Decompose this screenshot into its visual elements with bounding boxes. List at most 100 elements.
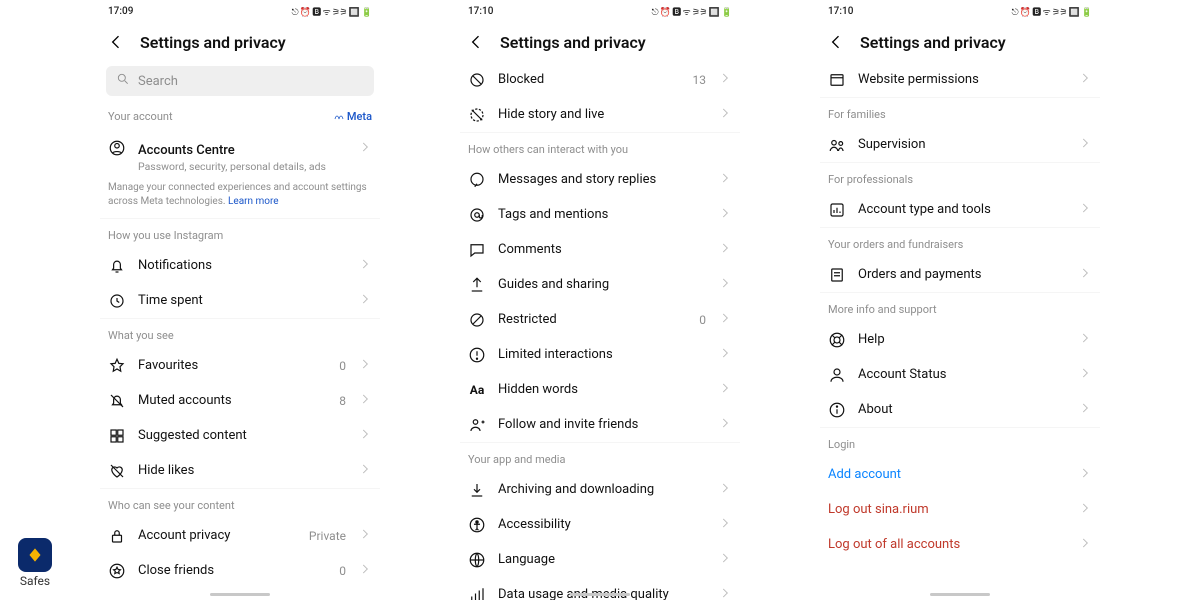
row-logout-all[interactable]: Log out of all accounts: [820, 527, 1100, 562]
row-tags[interactable]: Tags and mentions: [460, 197, 740, 232]
section-what-you-see: What you see: [100, 318, 380, 348]
section-label: Your account: [108, 110, 173, 123]
scroll-hint: [570, 593, 630, 596]
row-guides[interactable]: Guides and sharing: [460, 267, 740, 302]
accounts-centre-row[interactable]: Accounts Centre Password, security, pers…: [100, 129, 380, 181]
row-language[interactable]: Language: [460, 542, 740, 577]
info-icon: [828, 401, 846, 419]
search-input[interactable]: Search: [106, 66, 374, 96]
bell-icon: [108, 257, 126, 275]
row-label: About: [858, 402, 1066, 417]
row-archiving[interactable]: Archiving and downloading: [460, 472, 740, 507]
row-label: Restricted: [498, 312, 687, 327]
row-suggested-content[interactable]: Suggested content: [100, 418, 380, 453]
row-value: Private: [309, 529, 346, 543]
row-label: Comments: [498, 242, 706, 257]
row-account-type[interactable]: Account type and tools: [820, 192, 1100, 227]
row-restricted[interactable]: Restricted 0: [460, 302, 740, 337]
chevron-right-icon: [358, 256, 372, 275]
row-label: Add account: [828, 467, 1066, 482]
row-label: Messages and story replies: [498, 172, 706, 187]
row-messages[interactable]: Messages and story replies: [460, 162, 740, 197]
safes-logo-icon: [18, 538, 52, 572]
row-about[interactable]: About: [820, 392, 1100, 427]
row-account-status[interactable]: Account Status: [820, 357, 1100, 392]
row-help[interactable]: Help: [820, 322, 1100, 357]
row-close-friends[interactable]: Close friends 0: [100, 553, 380, 588]
row-label: Favourites: [138, 358, 327, 373]
page-title: Settings and privacy: [500, 33, 646, 52]
chevron-right-icon: [718, 380, 732, 399]
row-accessibility[interactable]: Accessibility: [460, 507, 740, 542]
back-icon[interactable]: [466, 32, 486, 52]
page-title: Settings and privacy: [860, 33, 1006, 52]
user-icon: [828, 366, 846, 384]
chevron-right-icon: [1078, 465, 1092, 484]
chevron-right-icon: [358, 461, 372, 480]
alert-icon: [468, 346, 486, 364]
bars-icon: [468, 586, 486, 600]
row-favourites[interactable]: Favourites 0: [100, 348, 380, 383]
row-label: Guides and sharing: [498, 277, 706, 292]
row-hide-story[interactable]: Hide story and live: [460, 97, 740, 132]
row-limited[interactable]: Limited interactions: [460, 337, 740, 372]
share-icon: [468, 276, 486, 294]
row-data-usage[interactable]: Data usage and media quality: [460, 577, 740, 600]
user-circle-icon: [108, 139, 126, 157]
row-label: Archiving and downloading: [498, 482, 706, 497]
chevron-right-icon: [718, 550, 732, 569]
row-time-spent[interactable]: Time spent: [100, 283, 380, 318]
row-label: Account privacy: [138, 528, 297, 543]
chevron-right-icon: [718, 585, 732, 600]
row-label: Supervision: [858, 137, 1066, 152]
chevron-right-icon: [1078, 535, 1092, 554]
row-label: Muted accounts: [138, 393, 327, 408]
star-icon: [108, 357, 126, 375]
back-icon[interactable]: [826, 32, 846, 52]
chevron-right-icon: [718, 515, 732, 534]
download-icon: [468, 481, 486, 499]
row-follow-invite[interactable]: Follow and invite friends: [460, 407, 740, 442]
header: Settings and privacy: [820, 22, 1100, 62]
row-value: 0: [699, 313, 706, 327]
row-label: Suggested content: [138, 428, 346, 443]
row-label: Account type and tools: [858, 202, 1066, 217]
scroll-hint: [210, 593, 270, 596]
row-blocked[interactable]: Blocked 13: [460, 62, 740, 97]
row-notifications[interactable]: Notifications: [100, 248, 380, 283]
row-label: Tags and mentions: [498, 207, 706, 222]
status-bar: 17:09 ⎋ ⏰ 🅱 ᯤ ⚞⚞ 🔲 🔋: [100, 0, 380, 22]
row-orders[interactable]: Orders and payments: [820, 257, 1100, 292]
chevron-right-icon: [1078, 500, 1092, 519]
row-hidden-words[interactable]: Aa Hidden words: [460, 372, 740, 407]
back-icon[interactable]: [106, 32, 126, 52]
row-website-permissions[interactable]: Website permissions: [820, 62, 1100, 97]
row-supervision[interactable]: Supervision: [820, 127, 1100, 162]
lock-icon: [108, 527, 126, 545]
chevron-right-icon: [718, 240, 732, 259]
section-label: What you see: [108, 329, 174, 342]
row-add-account[interactable]: Add account: [820, 457, 1100, 492]
chevron-right-icon: [1078, 400, 1092, 419]
row-hide-likes[interactable]: Hide likes: [100, 453, 380, 488]
row-account-privacy[interactable]: Account privacy Private: [100, 518, 380, 553]
row-label: Hidden words: [498, 382, 706, 397]
row-logout-user[interactable]: Log out sina.rium: [820, 492, 1100, 527]
chart-icon: [828, 201, 846, 219]
section-more-info: More info and support: [820, 292, 1100, 322]
section-orders: Your orders and fundraisers: [820, 227, 1100, 257]
section-label: How you use Instagram: [108, 229, 223, 242]
row-muted-accounts[interactable]: Muted accounts 8: [100, 383, 380, 418]
page-title: Settings and privacy: [140, 33, 286, 52]
chevron-right-icon: [1078, 365, 1092, 384]
chevron-right-icon: [1078, 135, 1092, 154]
chevron-right-icon: [1078, 200, 1092, 219]
screen-1: 17:09 ⎋ ⏰ 🅱 ᯤ ⚞⚞ 🔲 🔋 Settings and privac…: [100, 0, 380, 600]
header: Settings and privacy: [460, 22, 740, 62]
row-value: 13: [693, 73, 707, 87]
row-comments[interactable]: Comments: [460, 232, 740, 267]
screen-2: 17:10 ⎋ ⏰ 🅱 ᯤ ⚞⚞ 🔲 🔋 Settings and privac…: [460, 0, 740, 600]
row-label: Accessibility: [498, 517, 706, 532]
accounts-centre-subtitle: Password, security, personal details, ad…: [138, 160, 346, 173]
learn-more-link[interactable]: Learn more: [228, 196, 279, 207]
